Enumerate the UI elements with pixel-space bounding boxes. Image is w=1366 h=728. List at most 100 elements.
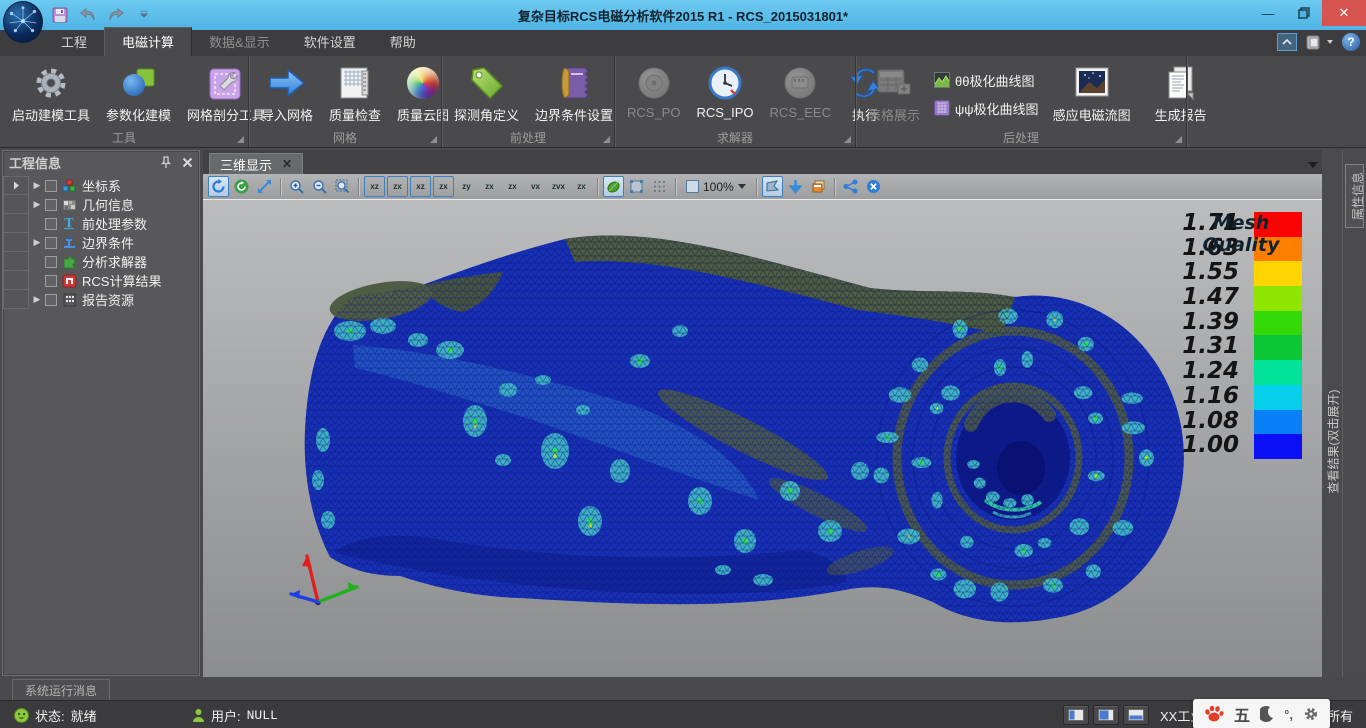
layout-bottom-panel-button[interactable]: [1123, 705, 1149, 725]
rcs-po-button[interactable]: RCS_PO: [619, 61, 688, 121]
tree-checkbox[interactable]: [45, 237, 57, 249]
dialog-launcher-icon[interactable]: [844, 136, 851, 143]
close-tab-icon[interactable]: ✕: [282, 157, 292, 171]
tab-list-dropdown-icon[interactable]: [1308, 162, 1318, 168]
cascade-windows-button[interactable]: [808, 176, 829, 197]
app-logo[interactable]: [3, 1, 43, 43]
tab-em-compute[interactable]: 电磁计算: [104, 27, 192, 56]
quality-check-button[interactable]: 质量检查: [321, 61, 389, 125]
view-iso2-button[interactable]: vx: [525, 176, 546, 197]
refresh-view-button[interactable]: [231, 176, 252, 197]
viewport-tab-strip: 三维显示 ✕: [203, 150, 1322, 174]
arrow-down-button[interactable]: [785, 176, 806, 197]
tree-item-coordinate-system[interactable]: ▶ 坐标系: [3, 176, 199, 195]
tree-item-report-resources[interactable]: ▶ 报告资源: [3, 290, 199, 309]
tree-checkbox[interactable]: [45, 256, 57, 268]
ime-moon-icon[interactable]: [1260, 706, 1274, 722]
ime-settings-gear-icon[interactable]: [1303, 706, 1319, 722]
tab-project[interactable]: 工程: [44, 28, 104, 56]
expander-icon[interactable]: ▶: [29, 199, 45, 210]
boundary-axis-icon: [61, 235, 77, 250]
undo-button[interactable]: [78, 5, 98, 25]
tree-checkbox[interactable]: [45, 218, 57, 230]
theta-polarization-curve-button[interactable]: θθ极化曲线图: [934, 71, 1039, 90]
3d-viewport[interactable]: Mesh Quality 1.71 1.63 1.55 1.47 1.39 1.…: [203, 200, 1322, 677]
ime-punctuation-toggle[interactable]: °,: [1284, 707, 1293, 722]
layout-left-panel-button[interactable]: [1063, 705, 1089, 725]
tab-data-display[interactable]: 数据&显示: [192, 28, 287, 56]
table-display-button[interactable]: 表格展示: [860, 61, 928, 125]
tree-checkbox[interactable]: [45, 294, 57, 306]
pan-view-button[interactable]: [254, 176, 275, 197]
parametric-modeling-button[interactable]: 参数化建模: [98, 61, 179, 125]
close-button[interactable]: ✕: [1322, 0, 1366, 26]
dialog-launcher-icon[interactable]: [603, 136, 610, 143]
psi-polarization-curve-button[interactable]: ψψ极化曲线图: [934, 99, 1039, 118]
layout-full-panel-button[interactable]: [1093, 705, 1119, 725]
expander-icon[interactable]: ▶: [29, 294, 45, 305]
view-zx3-button[interactable]: zx: [479, 176, 500, 197]
probe-angle-button[interactable]: 探测角定义: [446, 61, 527, 125]
pin-icon[interactable]: [160, 156, 172, 169]
points-view-button[interactable]: [649, 176, 670, 197]
dialog-launcher-icon[interactable]: [430, 136, 437, 143]
save-button[interactable]: [50, 5, 70, 25]
zoom-fit-button[interactable]: [332, 176, 353, 197]
zoom-in-button[interactable]: [286, 176, 307, 197]
tab-settings[interactable]: 软件设置: [287, 28, 373, 56]
zoom-level-select[interactable]: 100%: [681, 176, 751, 197]
import-mesh-button[interactable]: 导入网格: [253, 61, 321, 125]
view-zy-button[interactable]: zy: [456, 176, 477, 197]
expander-icon[interactable]: ▶: [29, 237, 45, 248]
view-iso1-button[interactable]: zx: [502, 176, 523, 197]
close-view-button[interactable]: [863, 176, 884, 197]
system-messages-tab[interactable]: 系统运行消息: [12, 679, 110, 700]
view-zx2-button[interactable]: zx: [433, 176, 454, 197]
results-dock-tab[interactable]: 查看结果(双击展开): [1325, 404, 1342, 494]
induced-current-map-button[interactable]: 感应电磁流图: [1045, 61, 1139, 125]
restore-button[interactable]: [1286, 0, 1322, 26]
expander-icon[interactable]: ▶: [29, 180, 45, 191]
view-xz2-button[interactable]: xz: [410, 176, 431, 197]
ime-logo-paw-icon[interactable]: [1204, 705, 1224, 723]
legend-swatch: [1254, 385, 1302, 410]
group-label-tools: 工具: [0, 131, 248, 147]
boundary-settings-button[interactable]: 边界条件设置: [527, 61, 621, 125]
generate-report-button[interactable]: 生成报告: [1147, 61, 1215, 125]
rotate-view-button[interactable]: [208, 176, 229, 197]
view-xz-button[interactable]: xz: [364, 176, 385, 197]
tree-item-rcs-results[interactable]: RCS计算结果: [3, 271, 199, 290]
display-style-button[interactable]: [1305, 33, 1334, 51]
view-iso4-button[interactable]: zx: [571, 176, 592, 197]
tree-item-geometry-info[interactable]: ▶ 几何信息: [3, 195, 199, 214]
properties-dock-tab[interactable]: 属性信息: [1345, 164, 1364, 228]
rcs-eec-button[interactable]: RCS_EEC: [762, 61, 839, 121]
rainbow-sphere-icon: [407, 62, 439, 104]
tree-checkbox[interactable]: [45, 180, 57, 192]
qat-dropdown-icon[interactable]: [134, 5, 154, 25]
share-button[interactable]: [840, 176, 861, 197]
tab-3d-display[interactable]: 三维显示 ✕: [209, 153, 303, 174]
view-zx-button[interactable]: zx: [387, 176, 408, 197]
tree-item-boundary-conditions[interactable]: ▶ 边界条件: [3, 233, 199, 252]
launch-modeler-button[interactable]: 启动建模工具: [4, 61, 98, 125]
redo-button[interactable]: [106, 5, 126, 25]
tree-item-solver[interactable]: 分析求解器: [3, 252, 199, 271]
help-icon[interactable]: ?: [1342, 33, 1360, 51]
dialog-launcher-icon[interactable]: [1175, 136, 1182, 143]
tree-checkbox[interactable]: [45, 199, 57, 211]
minimize-button[interactable]: —: [1250, 0, 1286, 26]
tab-help[interactable]: 帮助: [373, 28, 433, 56]
ime-mode-wubi[interactable]: 五: [1234, 702, 1250, 726]
dialog-launcher-icon[interactable]: [237, 136, 244, 143]
tree-checkbox[interactable]: [45, 275, 57, 287]
close-panel-icon[interactable]: [182, 157, 193, 168]
zoom-out-button[interactable]: [309, 176, 330, 197]
shaded-view-button[interactable]: [603, 176, 624, 197]
view-iso3-button[interactable]: zvx: [548, 176, 569, 197]
tree-item-preprocess-params[interactable]: T 前处理参数: [3, 214, 199, 233]
collapse-ribbon-button[interactable]: [1277, 33, 1297, 51]
wireframe-view-button[interactable]: [626, 176, 647, 197]
rotate-center-button[interactable]: [762, 176, 783, 197]
rcs-ipo-button[interactable]: RCS_IPO: [688, 61, 761, 121]
